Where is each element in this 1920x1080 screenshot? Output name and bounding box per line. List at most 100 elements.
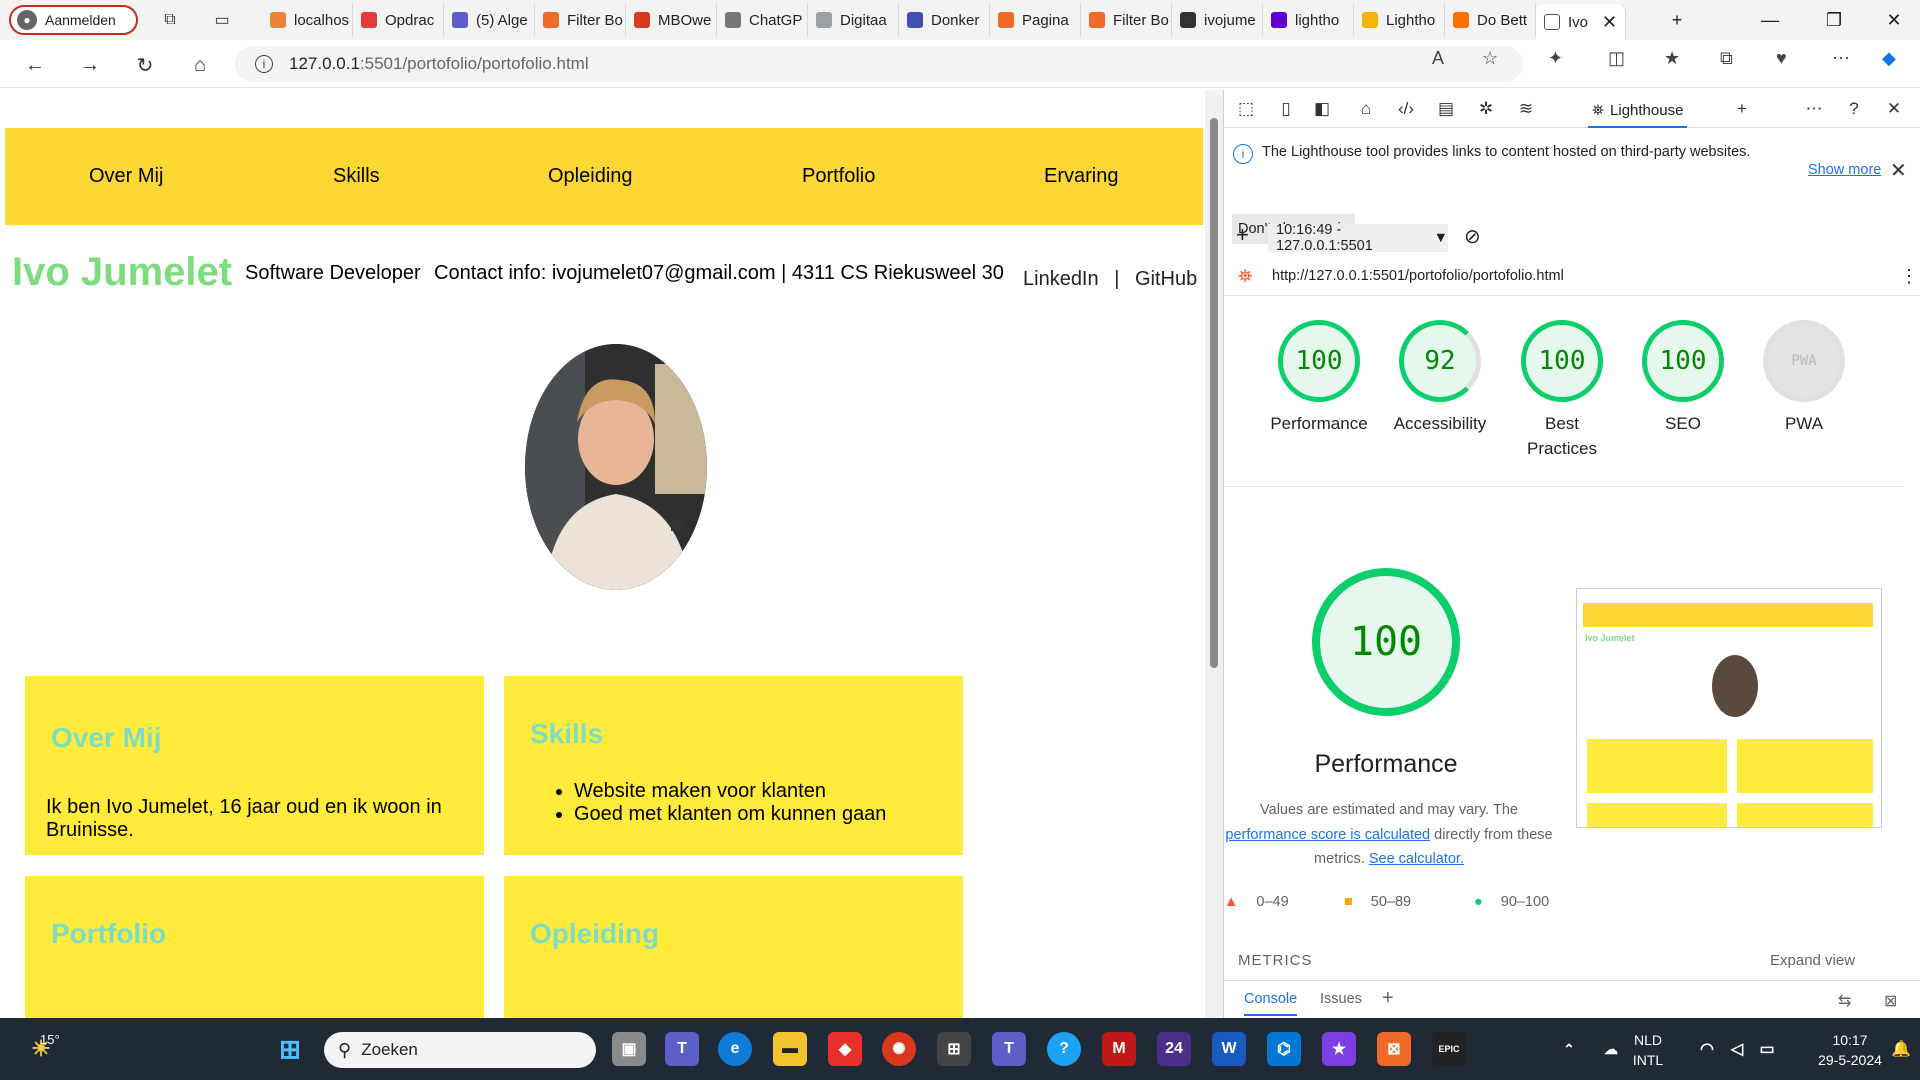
lang-code[interactable]: NLD	[1628, 1032, 1668, 1048]
clock-date[interactable]: 29-5-2024	[1805, 1052, 1895, 1068]
add-drawer-tab-icon[interactable]: +	[1382, 987, 1394, 1010]
teams-classic-icon[interactable]: T	[992, 1032, 1026, 1066]
page-scrollbar[interactable]	[1205, 90, 1223, 1018]
debug-icon[interactable]: ✲	[1474, 98, 1498, 120]
vscode-icon[interactable]: ⌬	[1267, 1032, 1301, 1066]
tab-console[interactable]: Console	[1244, 991, 1298, 1016]
edge-icon[interactable]: e	[718, 1032, 752, 1066]
clear-reports-icon[interactable]: ⊘	[1464, 224, 1481, 249]
inspect-icon[interactable]: ⬚	[1234, 98, 1258, 120]
start-icon[interactable]: ⊞	[273, 1032, 307, 1066]
report-menu-icon[interactable]: ⋮	[1900, 266, 1918, 287]
score-performance[interactable]: 100	[1278, 320, 1360, 402]
nav-opleiding[interactable]: Opleiding	[548, 165, 633, 188]
browser-tab[interactable]: lightho	[1263, 4, 1354, 36]
scrollbar-thumb[interactable]	[1210, 118, 1218, 668]
tab-lighthouse[interactable]: ⛯ Lighthouse	[1588, 94, 1688, 128]
site-info-icon[interactable]: i	[255, 55, 273, 73]
expand-view-toggle[interactable]: Expand view	[1770, 952, 1855, 969]
score-accessibility[interactable]: 92	[1399, 320, 1481, 402]
profile-button[interactable]: ● Aanmelden	[9, 5, 138, 35]
elements-icon[interactable]: ‹/›	[1394, 98, 1418, 120]
back-arrow-icon[interactable]: ←	[22, 52, 48, 78]
tray-chevron-icon[interactable]: ⌃	[1552, 1032, 1586, 1066]
star-app-icon[interactable]: ★	[1322, 1032, 1356, 1066]
linkedin-link[interactable]: LinkedIn	[1023, 268, 1099, 290]
browser-tab[interactable]: ChatGP	[717, 4, 808, 36]
browser-tab[interactable]: Opdrac	[353, 4, 444, 36]
network-icon[interactable]: ≋	[1514, 98, 1538, 120]
add-tool-icon[interactable]: +	[1730, 98, 1754, 120]
close-window-button[interactable]: ✕	[1880, 6, 1908, 34]
copilot-icon[interactable]: ◆	[1882, 48, 1896, 69]
browser-tab[interactable]: Lightho	[1354, 4, 1445, 36]
cloud-icon[interactable]: ☁	[1594, 1032, 1628, 1066]
welcome-home-icon[interactable]: ⌂	[1354, 98, 1378, 120]
refresh-icon[interactable]: ↻	[132, 52, 158, 78]
help-app-icon[interactable]: ?	[1047, 1032, 1081, 1066]
app-icon[interactable]: ✺	[882, 1032, 916, 1066]
tab-issues[interactable]: Issues	[1320, 991, 1362, 1007]
collections-icon[interactable]: ⧉	[1720, 48, 1733, 69]
score-seo[interactable]: 100	[1642, 320, 1724, 402]
nav-portfolio[interactable]: Portfolio	[802, 165, 875, 188]
workspaces-icon[interactable]: ⧉	[158, 8, 182, 32]
dock-drawer-icon[interactable]: ⇆	[1838, 991, 1851, 1011]
maximize-button[interactable]: ❐	[1820, 6, 1848, 34]
browser-tab[interactable]: Pagina	[990, 4, 1081, 36]
nav-ervaring[interactable]: Ervaring	[1044, 165, 1118, 188]
git-icon[interactable]: ◆	[828, 1032, 862, 1066]
report-select[interactable]: 10:16:49 - 127.0.0.1:5501 ▼	[1268, 222, 1448, 254]
close-tab-icon[interactable]: ✕	[1602, 12, 1617, 33]
forward-arrow-icon[interactable]: →	[77, 52, 103, 78]
close-drawer-icon[interactable]: ⊠	[1884, 991, 1897, 1011]
tab-actions-icon[interactable]: ▭	[210, 8, 234, 32]
score-calculated-link[interactable]: performance score is calculated	[1225, 827, 1430, 843]
more-menu-icon[interactable]: ⋯	[1832, 48, 1850, 69]
lang-layout[interactable]: INTL	[1628, 1052, 1668, 1068]
xampp-icon[interactable]: ⊠	[1377, 1032, 1411, 1066]
url-field[interactable]: i 127.0.0.1:5501/portofolio/portofolio.h…	[235, 46, 1523, 82]
app-24-icon[interactable]: 24	[1157, 1032, 1191, 1066]
home-icon[interactable]: ⌂	[187, 52, 213, 78]
mcafee-icon[interactable]: M	[1102, 1032, 1136, 1066]
score-pwa[interactable]: PWA	[1763, 320, 1845, 402]
browser-tab[interactable]: Filter Bo	[1081, 4, 1172, 36]
favorite-star-icon[interactable]: ☆	[1482, 48, 1498, 69]
teams-icon[interactable]: T	[665, 1032, 699, 1066]
notifications-icon[interactable]: 🔔	[1884, 1032, 1918, 1066]
browser-tab[interactable]: Digitaa	[808, 4, 899, 36]
favorites-icon[interactable]: ★	[1664, 48, 1680, 69]
split-screen-icon[interactable]: ◫	[1608, 48, 1625, 69]
nav-skills[interactable]: Skills	[333, 165, 380, 188]
volume-icon[interactable]: ◁	[1720, 1032, 1754, 1066]
browser-tab[interactable]: Filter Bo	[535, 4, 626, 36]
show-more-link[interactable]: Show more	[1808, 162, 1881, 178]
browser-tab[interactable]: Donker	[899, 4, 990, 36]
wifi-icon[interactable]: ◠	[1690, 1032, 1724, 1066]
new-tab-button[interactable]: +	[1663, 6, 1691, 34]
file-explorer-icon[interactable]: ▬	[773, 1032, 807, 1066]
minimize-button[interactable]: —	[1756, 6, 1784, 34]
battery-icon[interactable]: ▭	[1750, 1032, 1784, 1066]
read-aloud-icon[interactable]: A	[1432, 48, 1444, 69]
browser-tab[interactable]: Do Bett	[1445, 4, 1536, 36]
browser-tab[interactable]: ivojume	[1172, 4, 1263, 36]
close-notice-icon[interactable]: ✕	[1890, 158, 1907, 183]
extensions-icon[interactable]: ✦	[1548, 48, 1563, 69]
store-icon[interactable]: ⊞	[937, 1032, 971, 1066]
epic-games-icon[interactable]: EPIC	[1432, 1032, 1466, 1066]
browser-tab[interactable]: localhos	[262, 4, 353, 36]
task-view-icon[interactable]: ▣	[612, 1032, 646, 1066]
clock-time[interactable]: 10:17	[1820, 1032, 1880, 1048]
report-url[interactable]: http://127.0.0.1:5501/portofolio/portofo…	[1272, 268, 1564, 284]
taskbar-search[interactable]: ⚲ Zoeken	[324, 1032, 596, 1068]
word-icon[interactable]: W	[1212, 1032, 1246, 1066]
help-icon[interactable]: ?	[1842, 98, 1866, 120]
device-toggle-icon[interactable]: ▯	[1274, 98, 1298, 120]
dock-side-icon[interactable]: ◧	[1310, 98, 1334, 120]
browser-tab[interactable]: MBOwe	[626, 4, 717, 36]
see-calculator-link[interactable]: See calculator.	[1369, 851, 1464, 867]
browser-essentials-icon[interactable]: ♥	[1776, 48, 1787, 69]
browser-tab[interactable]: Ivo ✕	[1536, 4, 1626, 40]
